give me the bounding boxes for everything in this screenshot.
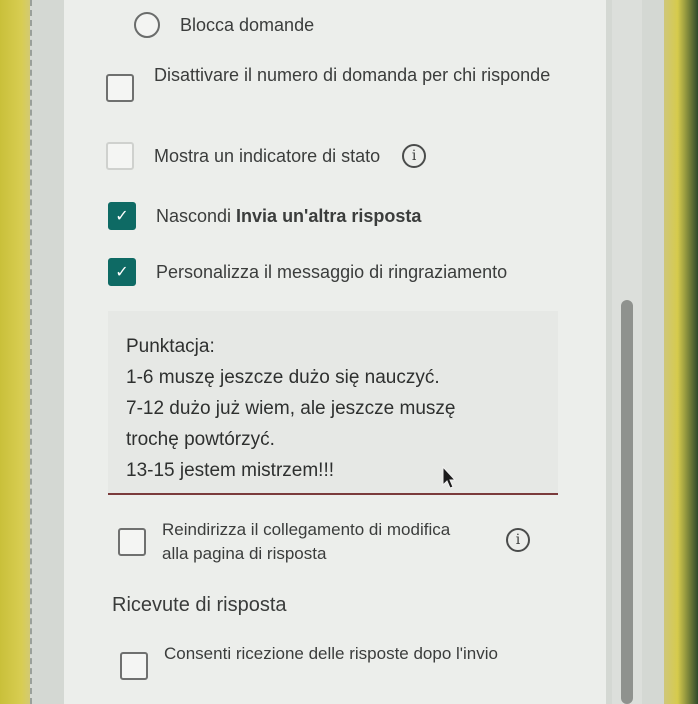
option-hide-submit-another[interactable]: ✓ Nascondi Invia un'altra risposta: [108, 202, 421, 230]
info-icon[interactable]: i: [506, 528, 530, 552]
option-custom-thank-you[interactable]: ✓ Personalizza il messaggio di ringrazia…: [108, 258, 507, 286]
allow-receipt-checkbox[interactable]: [120, 652, 148, 680]
info-icon-glyph: i: [515, 532, 521, 548]
checkmark-icon: ✓: [115, 264, 129, 281]
option-allow-receipt[interactable]: Consenti ricezione delle risposte dopo l…: [120, 642, 524, 680]
disable-question-number-checkbox[interactable]: [106, 74, 134, 102]
thank-you-line: 1-6 muszę jeszcze dużo się nauczyć.: [126, 367, 440, 388]
checkmark-icon: ✓: [115, 208, 129, 225]
option-block-questions[interactable]: Blocca domande: [134, 12, 314, 38]
thank-you-line: trochę powtórzyć.: [126, 429, 275, 450]
thank-you-line: 7-12 dużo już wiem, ale jeszcze muszę: [126, 398, 456, 419]
show-progress-checkbox[interactable]: [106, 142, 134, 170]
thank-you-line: Punktacja:: [126, 336, 215, 357]
option-show-progress[interactable]: Mostra un indicatore di stato i: [106, 142, 427, 170]
hide-submit-another-label: Nascondi Invia un'altra risposta: [156, 203, 421, 229]
info-icon[interactable]: i: [402, 144, 427, 168]
response-receipts-title: Ricevute di risposta: [112, 594, 287, 616]
thank-you-line: 13-15 jestem mistrzem!!!: [126, 460, 334, 481]
scrollbar-thumb[interactable]: [621, 300, 633, 704]
thank-you-message-textarea[interactable]: Punktacja: 1-6 muszę jeszcze dużo się na…: [108, 311, 558, 495]
option-disable-question-number[interactable]: Disattivare il numero di domanda per chi…: [106, 62, 554, 102]
hide-submit-another-bold: Invia un'altra risposta: [236, 206, 422, 226]
mouse-pointer-icon: [442, 466, 456, 489]
device-bezel-right: [664, 0, 698, 704]
option-redirect-edit-link[interactable]: Reindirizza il collegamento di modifica …: [118, 518, 530, 566]
custom-thank-you-label: Personalizza il messaggio di ringraziame…: [156, 262, 508, 282]
disable-question-number-label: Disattivare il numero di domanda per chi…: [154, 65, 551, 85]
redirect-edit-link-checkbox[interactable]: [118, 528, 146, 556]
show-progress-label: Mostra un indicatore di stato: [154, 146, 381, 166]
allow-receipt-label: Consenti ricezione delle risposte dopo l…: [164, 644, 498, 663]
redirect-edit-link-label: Reindirizza il collegamento di modifica …: [162, 520, 451, 563]
hide-submit-another-checkbox[interactable]: ✓: [108, 202, 136, 230]
block-questions-label: Blocca domande: [180, 15, 315, 35]
block-questions-radio[interactable]: [134, 12, 160, 38]
hide-submit-another-prefix: Nascondi: [156, 206, 237, 226]
info-icon-glyph: i: [411, 148, 417, 164]
custom-thank-you-checkbox[interactable]: ✓: [108, 258, 136, 286]
